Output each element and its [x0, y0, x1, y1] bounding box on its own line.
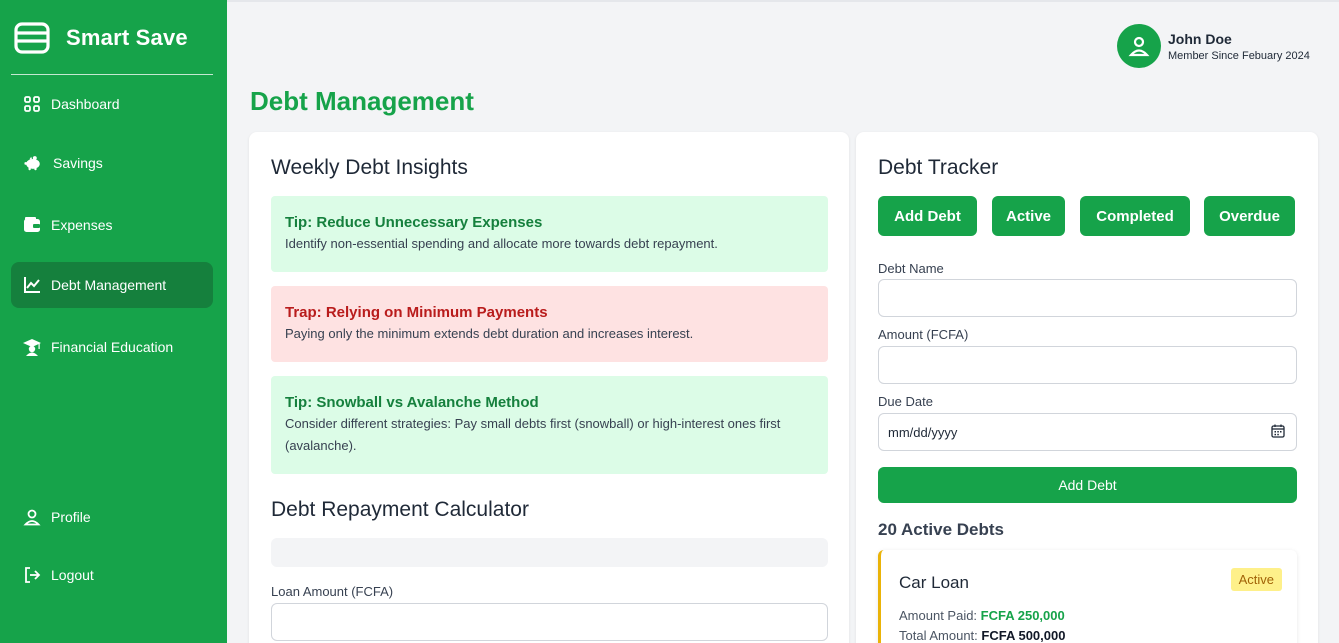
insight-title: Tip: Reduce Unnecessary Expenses — [285, 214, 543, 231]
due-date-label: Due Date — [878, 394, 933, 409]
calculator-result-bar — [271, 538, 828, 567]
insights-heading: Weekly Debt Insights — [271, 156, 468, 179]
sidebar-divider — [11, 74, 213, 75]
top-border — [227, 0, 1339, 2]
user-name: John Doe — [1168, 30, 1232, 47]
tab-overdue[interactable]: Overdue — [1204, 196, 1295, 236]
insight-title: Trap: Relying on Minimum Payments — [285, 304, 548, 321]
sidebar-item-label: Profile — [51, 509, 91, 525]
insight-tip: Tip: Reduce Unnecessary Expenses Identif… — [271, 196, 828, 272]
brand[interactable]: Smart Save — [14, 22, 188, 54]
chart-line-icon — [23, 276, 41, 294]
insight-title: Tip: Snowball vs Avalanche Method — [285, 394, 539, 411]
debt-name-input[interactable] — [878, 279, 1297, 317]
wallet-icon — [23, 216, 41, 234]
user-icon — [23, 508, 41, 526]
piggy-bank-icon — [23, 154, 43, 172]
due-date-placeholder: mm/dd/yyyy — [888, 424, 958, 440]
insight-tip: Tip: Snowball vs Avalanche Method Consid… — [271, 376, 828, 474]
sidebar: Smart Save Dashboard Savings Expenses De… — [0, 0, 227, 643]
sidebar-item-label: Expenses — [51, 217, 113, 233]
sidebar-item-logout[interactable]: Logout — [11, 552, 213, 598]
sidebar-item-label: Savings — [53, 155, 103, 171]
grid-icon — [23, 95, 41, 113]
debt-tracker-card: Debt Tracker Add Debt Active Completed O… — [856, 132, 1318, 643]
sidebar-item-financial-education[interactable]: Financial Education — [11, 324, 213, 370]
tab-add-debt[interactable]: Add Debt — [878, 196, 977, 236]
debt-name-label: Debt Name — [878, 261, 944, 276]
debt-item-name: Car Loan — [899, 573, 969, 592]
sidebar-item-expenses[interactable]: Expenses — [11, 202, 213, 248]
debt-item[interactable]: Car Loan Active Amount Paid: FCFA 250,00… — [878, 550, 1297, 643]
calendar-icon[interactable] — [1271, 424, 1285, 441]
graduation-cap-icon — [23, 338, 41, 356]
page-title: Debt Management — [250, 86, 474, 116]
sidebar-item-profile[interactable]: Profile — [11, 494, 213, 540]
sidebar-item-debt-management[interactable]: Debt Management — [11, 262, 213, 308]
amount-paid-label: Amount Paid: — [899, 608, 978, 623]
member-since: Member Since Febuary 2024 — [1168, 49, 1310, 62]
debt-total-amount: Total Amount: FCFA 500,000 — [899, 628, 1065, 643]
brand-name: Smart Save — [66, 25, 188, 50]
add-debt-button[interactable]: Add Debt — [878, 467, 1297, 503]
user-avatar-icon — [1128, 36, 1150, 57]
loan-amount-label: Loan Amount (FCFA) — [271, 584, 394, 599]
sidebar-item-label: Debt Management — [51, 277, 167, 293]
status-badge: Active — [1230, 568, 1282, 591]
total-amount-label: Total Amount: — [899, 628, 978, 643]
logout-icon — [23, 566, 41, 584]
loan-amount-input[interactable] — [271, 603, 828, 641]
amount-input[interactable] — [878, 346, 1297, 384]
sidebar-item-label: Financial Education — [51, 339, 174, 355]
insight-body: Paying only the minimum extends debt dur… — [285, 326, 694, 341]
debt-amount-paid: Amount Paid: FCFA 250,000 — [899, 608, 1065, 623]
wallet-logo-icon — [14, 22, 50, 54]
tracker-heading: Debt Tracker — [878, 156, 999, 179]
sidebar-item-label: Logout — [51, 567, 94, 583]
sidebar-item-dashboard[interactable]: Dashboard — [11, 81, 213, 127]
tab-completed[interactable]: Completed — [1080, 196, 1190, 236]
sidebar-item-label: Dashboard — [51, 96, 120, 112]
insight-body: Identify non-essential spending and allo… — [285, 236, 718, 251]
active-debts-heading: 20 Active Debts — [878, 520, 1004, 539]
amount-label: Amount (FCFA) — [878, 327, 969, 342]
avatar — [1117, 24, 1161, 68]
tab-active[interactable]: Active — [992, 196, 1065, 236]
sidebar-item-savings[interactable]: Savings — [11, 140, 213, 186]
user-profile-header[interactable]: John Doe Member Since Febuary 2024 — [1117, 24, 1310, 68]
calculator-heading: Debt Repayment Calculator — [271, 498, 529, 521]
total-amount-value: FCFA 500,000 — [981, 628, 1066, 643]
insight-body: Consider different strategies: Pay small… — [285, 416, 781, 453]
insights-card: Weekly Debt Insights Tip: Reduce Unneces… — [249, 132, 849, 643]
amount-paid-value: FCFA 250,000 — [980, 608, 1065, 623]
due-date-input[interactable]: mm/dd/yyyy — [878, 413, 1297, 451]
insight-trap: Trap: Relying on Minimum Payments Paying… — [271, 286, 828, 362]
